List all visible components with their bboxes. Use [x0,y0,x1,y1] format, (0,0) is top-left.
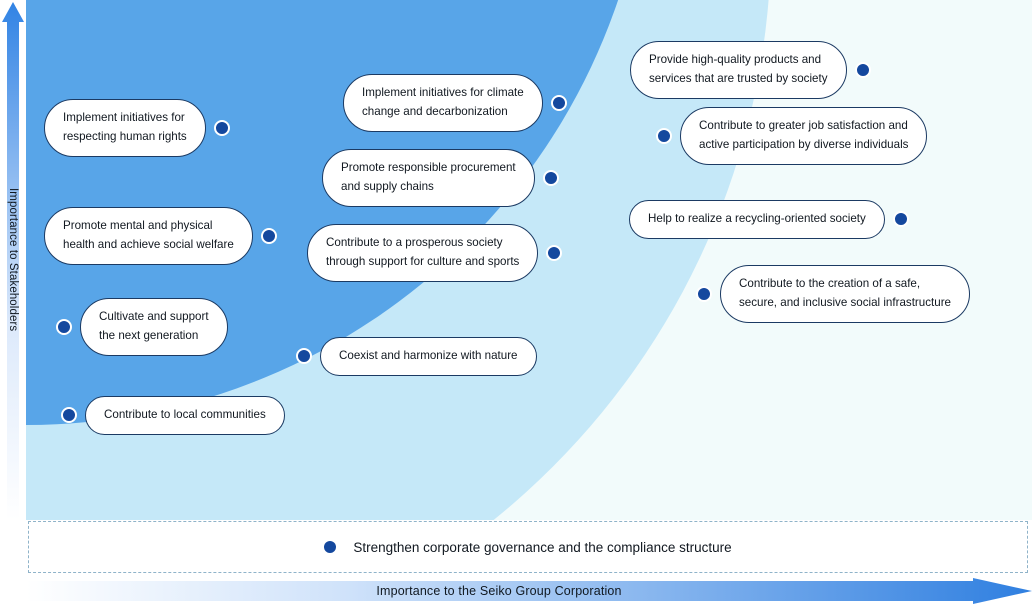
node-dot [656,127,672,144]
node-dot [696,285,712,302]
node-nature[interactable]: Coexist and harmonize with nature [296,337,537,376]
node-dot [61,407,77,424]
node-label: Provide high-quality products and servic… [630,41,847,99]
node-label: Promote mental and physical health and a… [44,207,253,265]
node-procurement[interactable]: Promote responsible procurement and supp… [322,149,559,207]
node-next-generation[interactable]: Cultivate and support the next generatio… [56,298,228,356]
node-dot [542,169,559,186]
node-high-quality[interactable]: Provide high-quality products and servic… [630,41,871,99]
node-mental-physical[interactable]: Promote mental and physical health and a… [44,207,277,265]
node-label: Contribute to greater job satisfaction a… [680,107,928,165]
x-axis: Importance to the Seiko Group Corporatio… [26,578,1032,604]
node-dot [546,244,563,261]
node-dot [550,94,567,111]
node-dot [56,318,72,335]
materiality-matrix: Importance to Stakeholders Implement ini… [0,0,1032,604]
governance-dot [324,541,337,553]
node-dot [854,61,871,78]
node-label: Help to realize a recycling-oriented soc… [629,200,885,239]
node-recycling[interactable]: Help to realize a recycling-oriented soc… [629,200,909,239]
governance-panel: Strengthen corporate governance and the … [28,521,1028,573]
governance-label: Strengthen corporate governance and the … [353,539,732,555]
node-label: Implement initiatives for respecting hum… [44,99,206,157]
node-label: Cultivate and support the next generatio… [80,298,228,356]
node-human-rights[interactable]: Implement initiatives for respecting hum… [44,99,230,157]
node-dot [213,119,230,136]
node-dot [260,227,277,244]
y-axis: Importance to Stakeholders [0,0,26,520]
y-axis-label: Importance to Stakeholders [7,188,19,332]
node-local-communities[interactable]: Contribute to local communities [61,396,285,435]
node-label: Implement initiatives for climate change… [343,74,543,132]
node-label: Contribute to a prosperous society throu… [307,224,539,282]
node-job-satisfaction[interactable]: Contribute to greater job satisfaction a… [656,107,928,165]
node-infrastructure[interactable]: Contribute to the creation of a safe, se… [696,265,971,323]
node-culture-sports[interactable]: Contribute to a prosperous society throu… [307,224,563,282]
node-label: Contribute to local communities [85,396,285,435]
node-climate-change[interactable]: Implement initiatives for climate change… [343,74,567,132]
node-label: Coexist and harmonize with nature [320,337,537,376]
node-label: Contribute to the creation of a safe, se… [720,265,971,323]
node-label: Promote responsible procurement and supp… [322,149,535,207]
x-axis-label: Importance to the Seiko Group Corporatio… [376,584,622,598]
plot-area: Implement initiatives for respecting hum… [26,0,1032,520]
node-dot [892,211,909,228]
node-dot [296,348,312,365]
